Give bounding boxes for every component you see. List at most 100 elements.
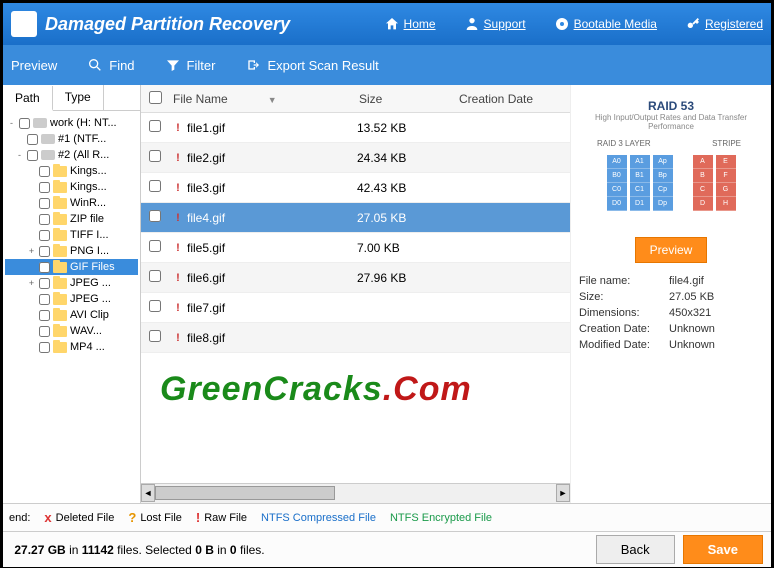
file-row[interactable]: !file3.gif42.43 KB [141,173,570,203]
file-row[interactable]: !file7.gif [141,293,570,323]
footer-bar: 27.27 GB in 11142 files. Selected 0 B in… [3,531,771,567]
raw-file-icon: ! [169,272,187,284]
tab-path[interactable]: Path [3,86,53,111]
expand-icon[interactable]: - [7,118,16,128]
tree-item[interactable]: WinR... [5,195,138,211]
scroll-right-icon[interactable]: ► [556,484,570,502]
tree-checkbox[interactable] [39,182,50,193]
nav-home[interactable]: Home [384,16,436,32]
raw-file-icon: ! [169,152,187,164]
tree-checkbox[interactable] [39,310,50,321]
drive-icon [41,134,55,144]
save-button[interactable]: Save [683,535,763,564]
folder-icon [53,230,67,241]
raid-cylinder: ABCD [693,155,713,227]
tree-checkbox[interactable] [39,246,50,257]
meta-row: Size:27.05 KB [579,289,763,305]
folder-tree: - work (H: NT... #1 (NTF...-#2 (All R... Ki… [3,111,140,359]
tree-label: Kings... [70,181,107,193]
tree-label: TIFF I... [70,229,109,241]
tree-label: WAV... [70,325,102,337]
tree-checkbox[interactable] [27,134,38,145]
file-checkbox[interactable] [149,270,161,282]
tool-preview[interactable]: Preview [11,58,57,73]
folder-icon [53,342,67,353]
tree-checkbox[interactable] [39,198,50,209]
tree-checkbox[interactable] [27,150,38,161]
preview-button[interactable]: Preview [635,237,708,263]
tree-item[interactable]: Kings... [5,179,138,195]
folder-icon [53,198,67,209]
raid-cylinder: ApBpCpDp [653,155,673,227]
back-button[interactable]: Back [596,535,675,564]
file-row[interactable]: !file6.gif27.96 KB [141,263,570,293]
tree-item[interactable]: +JPEG ... [5,275,138,291]
nav-bootable[interactable]: Bootable Media [554,16,657,32]
scroll-thumb[interactable] [155,486,335,500]
column-date[interactable]: Creation Date [459,92,570,106]
raid-cylinder: EFGH [716,155,736,227]
file-checkbox[interactable] [149,210,161,222]
folder-icon [53,262,67,273]
raw-file-icon: ! [169,302,187,314]
raid-cylinder: A0B0C0D0 [607,155,627,227]
preview-title: RAID 53 [579,99,763,113]
tree-checkbox[interactable] [39,326,50,337]
tree-item[interactable]: #1 (NTF... [5,131,138,147]
file-checkbox[interactable] [149,330,161,342]
file-row[interactable]: !file2.gif24.34 KB [141,143,570,173]
file-row[interactable]: !file1.gif13.52 KB [141,113,570,143]
tree-item[interactable]: GIF Files [5,259,138,275]
expand-icon[interactable]: - [15,150,24,160]
file-checkbox[interactable] [149,240,161,252]
tree-item[interactable]: MP4 ... [5,339,138,355]
file-checkbox[interactable] [149,180,161,192]
tree-checkbox[interactable] [39,214,50,225]
file-checkbox[interactable] [149,120,161,132]
select-all-checkbox[interactable] [149,91,162,104]
tree-item[interactable]: WAV... [5,323,138,339]
tree-label: MP4 ... [70,341,105,353]
tree-item[interactable]: JPEG ... [5,291,138,307]
nav-support[interactable]: Support [464,16,526,32]
tree-checkbox[interactable] [39,166,50,177]
tree-checkbox[interactable] [19,118,30,129]
tree-item[interactable]: TIFF I... [5,227,138,243]
tree-checkbox[interactable] [39,342,50,353]
sort-desc-icon: ▼ [268,95,277,105]
file-row[interactable]: !file5.gif7.00 KB [141,233,570,263]
tree-item[interactable]: AVI Clip [5,307,138,323]
file-name-cell: file7.gif [187,301,357,315]
tree-item[interactable]: - work (H: NT... [5,115,138,131]
file-size-cell: 42.43 KB [357,181,457,195]
tool-find[interactable]: Find [87,57,134,73]
tree-item[interactable]: +PNG I... [5,243,138,259]
column-size[interactable]: Size [359,92,459,106]
nav-registered[interactable]: Registered [685,16,763,32]
tree-label: Kings... [70,165,107,177]
horizontal-scrollbar[interactable]: ◄ ► [141,483,570,503]
tree-checkbox[interactable] [39,230,50,241]
file-row[interactable]: !file4.gif27.05 KB [141,203,570,233]
tree-item[interactable]: Kings... [5,163,138,179]
tool-export[interactable]: Export Scan Result [245,57,378,73]
tree-label: work (H: NT... [50,117,117,129]
tree-checkbox[interactable] [39,294,50,305]
scroll-left-icon[interactable]: ◄ [141,484,155,502]
expand-icon[interactable]: + [27,278,36,288]
tree-checkbox[interactable] [39,278,50,289]
file-checkbox[interactable] [149,150,161,162]
tree-checkbox[interactable] [39,262,50,273]
folder-icon [53,182,67,193]
tree-label: AVI Clip [70,309,109,321]
tab-type[interactable]: Type [53,85,104,110]
tree-item[interactable]: ZIP file [5,211,138,227]
tool-filter[interactable]: Filter [165,57,216,73]
tree-item[interactable]: -#2 (All R... [5,147,138,163]
expand-icon[interactable]: + [27,246,36,256]
preview-panel: RAID 53 High Input/Output Rates and Data… [571,85,771,503]
column-filename[interactable]: File Name▼ [169,92,359,106]
file-list-header: File Name▼ Size Creation Date [141,85,570,113]
file-checkbox[interactable] [149,300,161,312]
file-row[interactable]: !file8.gif [141,323,570,353]
